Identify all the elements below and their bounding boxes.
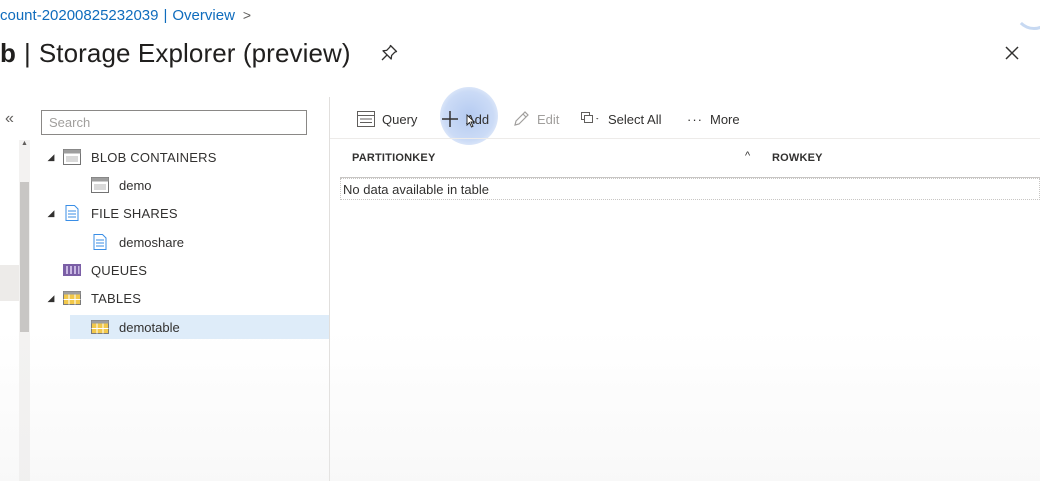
select-all-icon: [581, 112, 599, 123]
tree-item-queues[interactable]: QUEUES: [63, 257, 147, 283]
panel-divider[interactable]: [329, 97, 330, 481]
breadcrumb: count-20200825232039 | Overview >: [0, 5, 251, 25]
tree-item-demotable[interactable]: demotable: [70, 315, 329, 339]
file-share-icon: [65, 205, 79, 221]
query-icon: [357, 111, 375, 127]
edit-button-label: Edit: [537, 111, 560, 127]
pin-icon[interactable]: [380, 44, 398, 62]
tree-item-blob-containers[interactable]: ◢ BLOB CONTAINERS: [45, 144, 217, 170]
sort-ascending-icon[interactable]: ^: [745, 150, 750, 162]
tables-icon: [63, 291, 81, 305]
breadcrumb-overview-link[interactable]: Overview: [172, 7, 235, 24]
query-button[interactable]: Query: [357, 108, 417, 130]
breadcrumb-chevron-icon: >: [242, 7, 252, 23]
edit-button[interactable]: Edit: [512, 108, 559, 130]
tree-item-label: demoshare: [119, 234, 185, 250]
scrollbar-thumb[interactable]: [20, 182, 29, 332]
scroll-up-icon[interactable]: ▲: [21, 140, 28, 147]
column-header-rowkey[interactable]: ROWKEY: [772, 152, 823, 164]
blade-menu-selected-item[interactable]: [0, 265, 19, 301]
loading-spinner-icon: [1014, 0, 1040, 30]
tree-item-tables[interactable]: ◢ TABLES: [45, 285, 141, 311]
bottom-fade-overlay: [0, 330, 1040, 481]
queue-icon: [63, 264, 81, 276]
more-button-label: More: [710, 111, 740, 127]
storage-explorer-blade: count-20200825232039 | Overview > b | St…: [0, 0, 1040, 481]
collapse-icon[interactable]: «: [5, 110, 14, 128]
page-title: b | Storage Explorer (preview): [0, 36, 351, 70]
table-icon: [91, 320, 109, 334]
pencil-icon: [514, 111, 529, 126]
page-title-separator: |: [23, 37, 31, 68]
select-all-button-label: Select All: [608, 111, 662, 127]
search-input[interactable]: [41, 110, 307, 135]
plus-icon: [442, 111, 458, 127]
breadcrumb-separator: |: [163, 6, 168, 24]
tree-item-label: demo: [119, 177, 152, 193]
mouse-cursor-icon: [466, 114, 476, 128]
tree-item-label: TABLES: [91, 290, 142, 306]
query-button-label: Query: [382, 111, 418, 127]
more-button[interactable]: ··· More: [687, 108, 740, 130]
tree-item-demoshare[interactable]: demoshare: [91, 229, 184, 255]
tree-item-label: FILE SHARES: [91, 205, 178, 221]
page-title-text: Storage Explorer (preview): [38, 37, 351, 68]
page-title-prefix: b: [0, 37, 16, 68]
toolbar-divider: [330, 138, 1040, 139]
expanded-caret-icon[interactable]: ◢: [45, 152, 57, 163]
blade-menu-scrollbar[interactable]: ▲: [19, 140, 30, 481]
empty-table-message: No data available in table: [340, 178, 1040, 200]
container-icon: [91, 177, 109, 193]
expanded-caret-icon[interactable]: ◢: [45, 208, 57, 219]
tree-item-file-shares[interactable]: ◢ FILE SHARES: [45, 200, 178, 226]
breadcrumb-storage-account-link[interactable]: count-20200825232039: [0, 7, 158, 24]
share-icon: [93, 234, 107, 250]
tree-item-demo[interactable]: demo: [91, 172, 152, 198]
ellipsis-icon: ···: [687, 111, 703, 127]
expanded-caret-icon[interactable]: ◢: [45, 293, 57, 304]
tree-item-label: BLOB CONTAINERS: [91, 149, 217, 165]
column-header-partitionkey[interactable]: PARTITIONKEY: [352, 152, 435, 164]
select-all-button[interactable]: Select All: [581, 108, 661, 130]
tree-item-label: demotable: [119, 319, 180, 335]
close-icon[interactable]: [1003, 44, 1021, 62]
blob-container-icon: [63, 149, 81, 165]
tree-item-label: QUEUES: [91, 262, 148, 278]
